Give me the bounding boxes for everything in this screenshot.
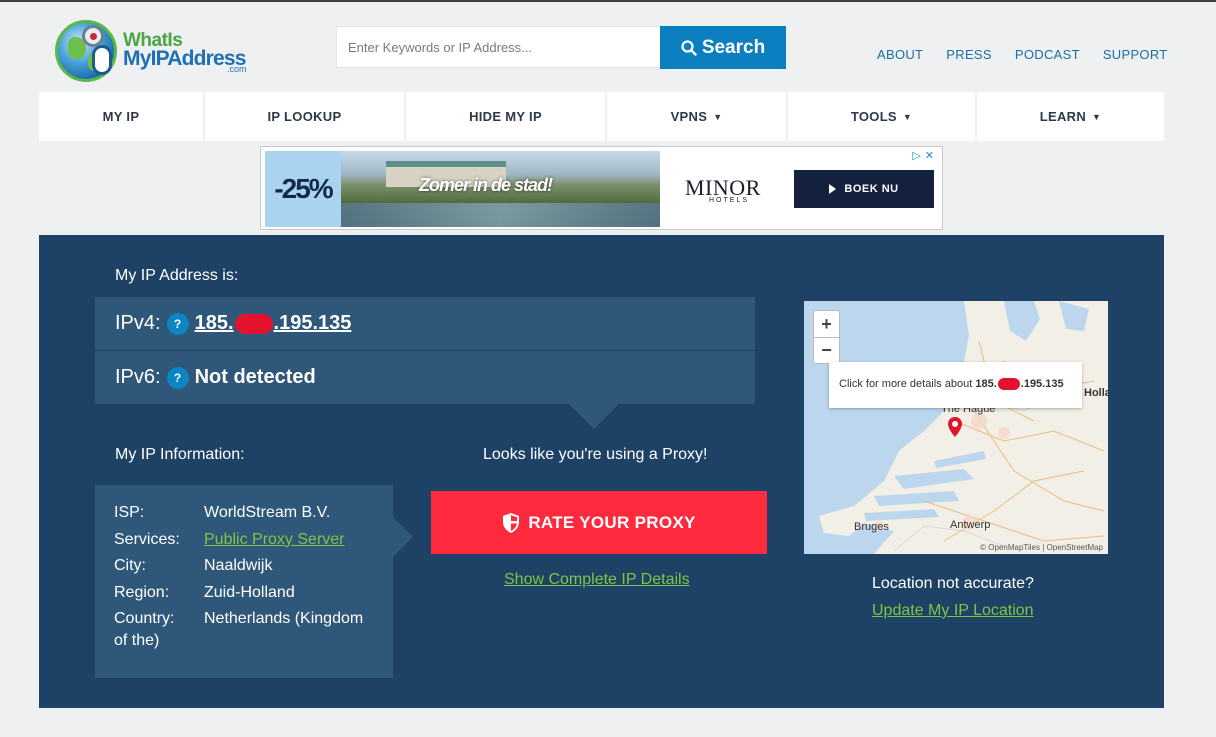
search-icon: [681, 40, 697, 56]
support-link[interactable]: SUPPORT: [1103, 47, 1168, 62]
pointer-arrow: [569, 404, 619, 429]
search-input[interactable]: Enter Keywords or IP Address...: [336, 26, 660, 68]
chevron-down-icon: ▼: [1092, 111, 1102, 122]
map-tooltip[interactable]: Click for more details about 185. .195.13…: [829, 362, 1082, 408]
info-heading: My IP Information:: [115, 446, 245, 463]
site-logo[interactable]: WhatIs MyIPAddress .com: [55, 20, 255, 84]
info-row-services: Services: Public Proxy Server: [114, 530, 345, 550]
location-inaccurate-text: Location not accurate?: [872, 575, 1034, 592]
redaction-mark: [234, 313, 273, 334]
ip-panel: My IP Address is: IPv4: ? 185. .195.135 I…: [39, 235, 1164, 708]
update-location-link[interactable]: Update My IP Location: [872, 602, 1034, 620]
pointer-arrow: [393, 517, 413, 557]
podcast-link[interactable]: PODCAST: [1015, 47, 1080, 62]
ip-info-box: ISP: WorldStream B.V. Services: Public Pro…: [95, 485, 393, 678]
zoom-out-button[interactable]: −: [813, 337, 840, 364]
ipv4-label: IPv4:: [115, 312, 161, 334]
redaction-mark: [997, 378, 1020, 391]
help-icon[interactable]: ?: [166, 366, 189, 389]
info-country-wrap: of the): [114, 632, 160, 649]
about-link[interactable]: ABOUT: [877, 47, 923, 62]
logo-suffix: .com: [227, 64, 247, 74]
ipv6-row: IPv6: ? Not detected: [95, 351, 755, 404]
help-icon[interactable]: ?: [166, 312, 189, 335]
nav-tools[interactable]: TOOLS ▼: [788, 92, 977, 141]
ad-cta-button[interactable]: BOEK NU: [794, 170, 934, 208]
location-map[interactable]: + − The Hague Holland Click for more det…: [804, 301, 1108, 554]
map-label-bruges: Bruges: [854, 521, 889, 533]
nav-vpns[interactable]: VPNS ▼: [607, 92, 788, 141]
ad-brand-sub: HOTELS: [709, 197, 750, 204]
ipv6-value: Not detected: [194, 366, 316, 388]
nav-ip-lookup[interactable]: IP LOOKUP: [205, 92, 406, 141]
nav-learn[interactable]: LEARN ▼: [977, 92, 1164, 141]
info-row-isp: ISP: WorldStream B.V.: [114, 504, 331, 521]
nav-my-ip[interactable]: MY IP: [39, 92, 205, 141]
main-nav: MY IP IP LOOKUP HIDE MY IP VPNS ▼ TOOLS ▼ …: [39, 92, 1164, 141]
ipv6-label: IPv6:: [115, 366, 161, 388]
search-button[interactable]: Search: [660, 26, 786, 69]
map-label-holland: Holland: [1084, 387, 1108, 399]
info-row-city: City: Naaldwijk: [114, 557, 273, 574]
map-attribution: © OpenMapTiles | OpenStreetMap: [980, 543, 1103, 552]
ad-banner[interactable]: -25% Zomer in de stad! MINOR HOTELS BOEK…: [260, 146, 943, 230]
search-button-label: Search: [701, 36, 766, 58]
play-icon: [829, 184, 837, 194]
ipv4-value[interactable]: 185. .195.135: [195, 312, 352, 335]
ad-discount: -25%: [265, 151, 341, 227]
rate-proxy-button[interactable]: RATE YOUR PROXY: [431, 491, 767, 554]
ad-choices-icon[interactable]: ▷✕: [912, 149, 938, 162]
top-links: ABOUT PRESS PODCAST SUPPORT: [877, 47, 1191, 62]
ipv4-row: IPv4: ? 185. .195.135: [95, 297, 755, 350]
press-link[interactable]: PRESS: [946, 47, 992, 62]
ad-tagline: Zomer in de stad!: [419, 175, 553, 195]
nav-hide-my-ip[interactable]: HIDE MY IP: [406, 92, 607, 141]
shield-icon: [502, 512, 520, 533]
map-label-antwerp: Antwerp: [950, 519, 991, 531]
ip-heading: My IP Address is:: [115, 267, 239, 284]
zoom-in-button[interactable]: +: [813, 310, 840, 337]
show-details-link[interactable]: Show Complete IP Details: [504, 571, 690, 589]
map-pin-icon[interactable]: [948, 417, 962, 442]
info-row-region: Region: Zuid-Holland: [114, 583, 295, 601]
chevron-down-icon: ▼: [902, 111, 913, 122]
rate-proxy-label: RATE YOUR PROXY: [528, 512, 696, 532]
proxy-message: Looks like you're using a Proxy!: [483, 446, 708, 463]
chevron-down-icon: ▼: [713, 111, 723, 122]
services-link[interactable]: Public Proxy Server: [204, 530, 345, 550]
globe-logo-icon: [55, 20, 117, 82]
logo-wordmark: WhatIs MyIPAddress: [123, 30, 246, 70]
info-row-country: Country: Netherlands (Kingdom: [114, 610, 364, 627]
